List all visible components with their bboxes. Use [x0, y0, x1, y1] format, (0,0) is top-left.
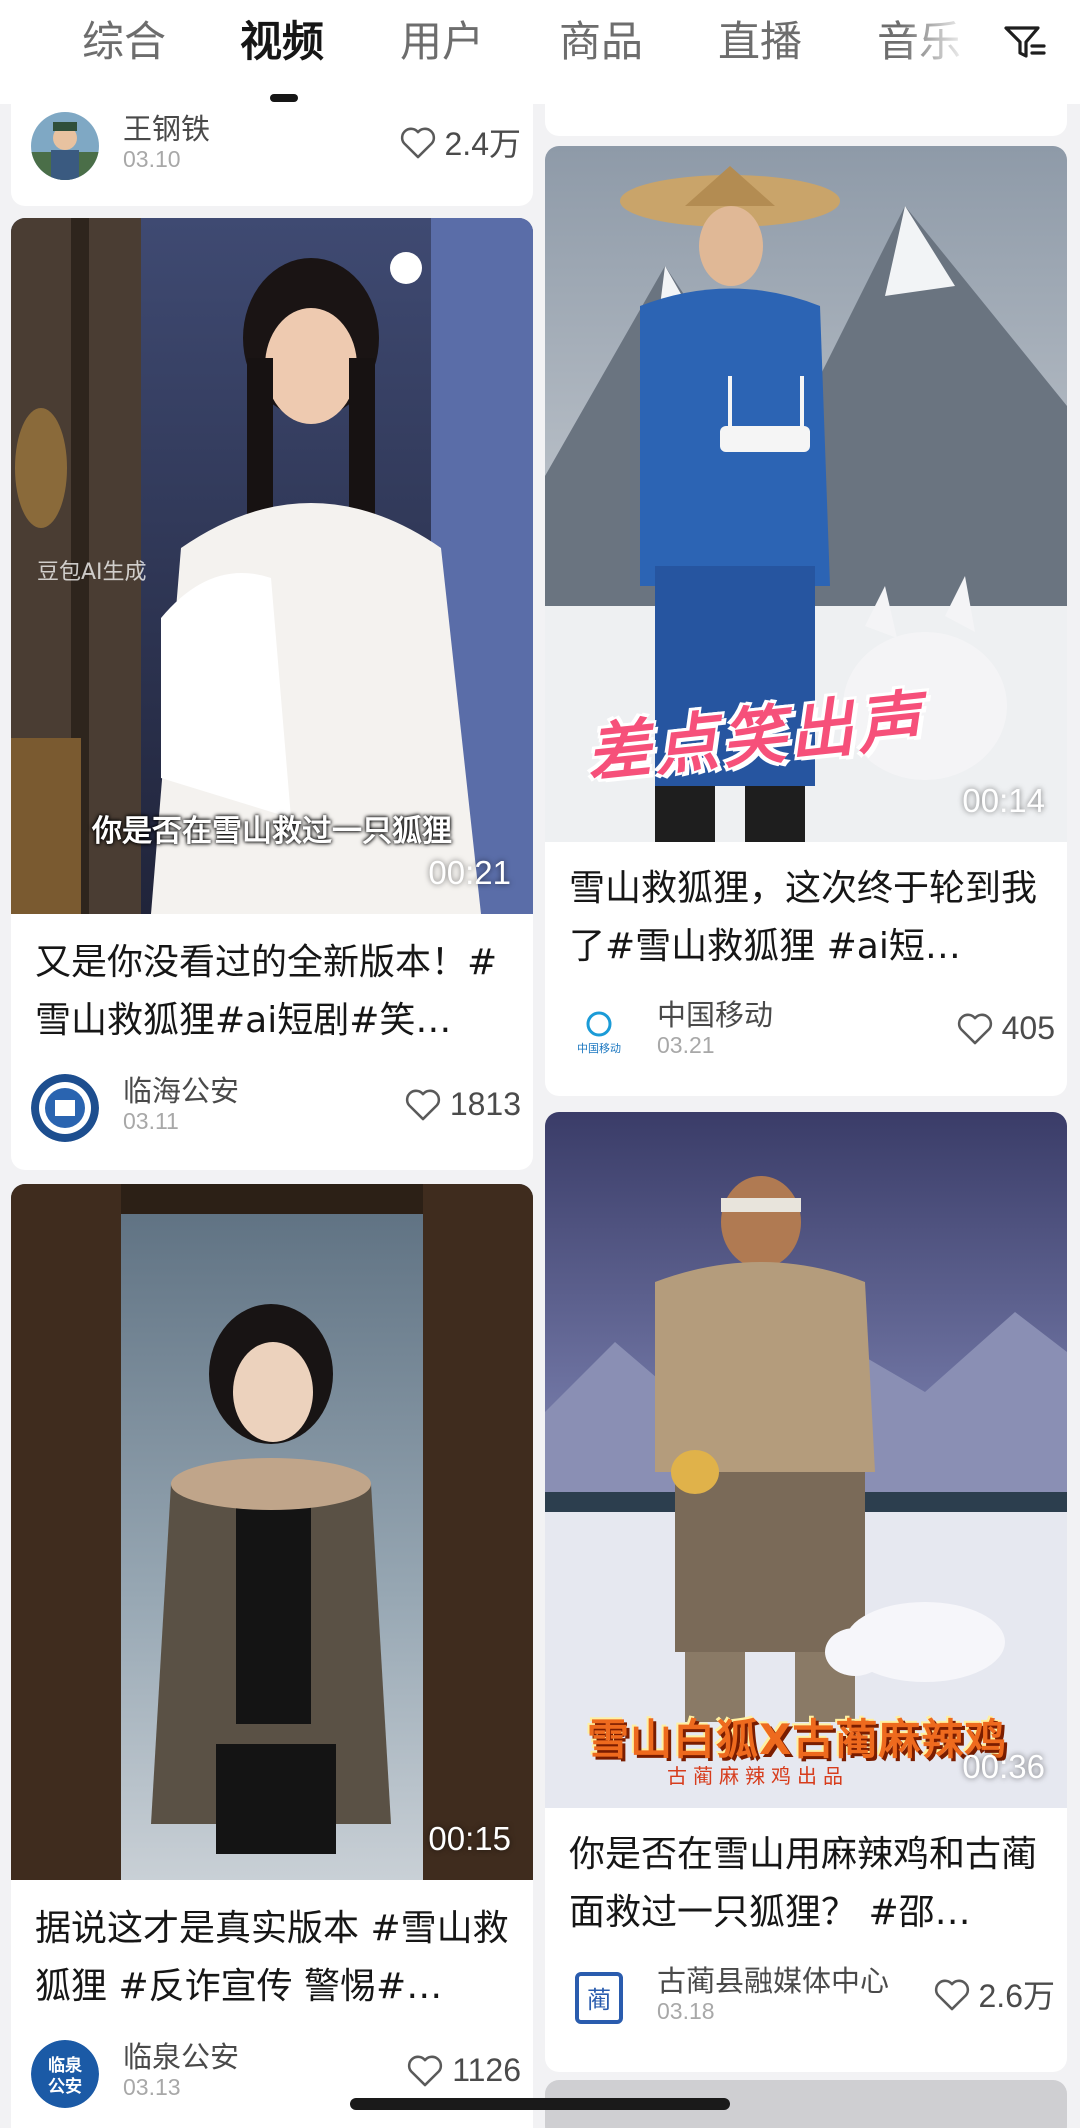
thumbnail-image — [11, 1184, 533, 1880]
video-title[interactable]: 又是你没看过的全新版本！#雪山救狐狸#ai短剧#笑… — [35, 934, 517, 1050]
like-count: 405 — [1001, 1009, 1055, 1046]
video-card[interactable]: 雪山白狐X古蔺麻辣鸡 古蔺麻辣鸡出品 00:36 你是否在雪山用麻辣鸡和古蔺面救… — [545, 1112, 1067, 2072]
card-meta: 蔺 古蔺县融媒体中心 03.18 2.6万 — [565, 1958, 1055, 2038]
publish-date: 03.18 — [657, 1998, 715, 2024]
like-count: 1126 — [452, 2051, 521, 2088]
video-subcaption: 古蔺麻辣鸡出品 — [667, 1764, 849, 1788]
like-button[interactable]: 2.4万 — [399, 122, 522, 162]
avatar[interactable] — [31, 112, 99, 180]
like-count: 2.6万 — [978, 1978, 1056, 2014]
heart-icon — [408, 2055, 443, 2087]
video-title[interactable]: 你是否在雪山用麻辣鸡和古蔺面救过一只狐狸？ #邵… — [569, 1826, 1051, 1942]
video-card[interactable]: 00:15 据说这才是真实版本 #雪山救狐狸 #反诈宣传 警惕#… 临泉 公安 … — [11, 1184, 533, 2128]
author-name[interactable]: 中国移动 — [657, 992, 773, 1034]
svg-text:临泉: 临泉 — [48, 2055, 83, 2076]
tab-users[interactable]: 用户 — [400, 14, 484, 70]
card-meta: 中国移动 中国移动 03.21 405 — [565, 992, 1055, 1072]
like-count: 1813 — [449, 1085, 521, 1122]
thumbnail-image — [545, 1112, 1067, 1808]
video-thumbnail[interactable]: 00:15 — [11, 1184, 533, 1880]
author-name[interactable]: 临泉公安 — [123, 2034, 239, 2076]
like-button[interactable]: 1813 — [404, 1084, 521, 1124]
video-thumbnail[interactable]: 雪山白狐X古蔺麻辣鸡 古蔺麻辣鸡出品 00:36 — [545, 1112, 1067, 1808]
svg-text:公安: 公安 — [48, 2076, 82, 2097]
tab-products[interactable]: 商品 — [559, 14, 643, 70]
publish-date: 03.11 — [123, 1108, 179, 1134]
publish-date: 03.21 — [657, 1032, 715, 1058]
filter-button[interactable] — [998, 16, 1050, 68]
video-caption: 雪山白狐X古蔺麻辣鸡 — [587, 1715, 1008, 1764]
tab-video[interactable]: 视频 — [240, 14, 324, 70]
home-indicator[interactable] — [350, 2098, 730, 2110]
avatar-logo-text: 蔺 — [587, 1986, 611, 2014]
like-button[interactable]: 1126 — [406, 2050, 521, 2090]
card-meta: 临海公安 03.11 1813 — [31, 1068, 521, 1148]
filter-icon — [1004, 26, 1046, 58]
like-button[interactable]: 405 — [956, 1008, 1055, 1048]
video-title[interactable]: 据说这才是真实版本 #雪山救狐狸 #反诈宣传 警惕#… — [35, 1900, 517, 2016]
author-name[interactable]: 临海公安 — [123, 1068, 239, 1110]
svg-text:中国移动: 中国移动 — [577, 1042, 621, 1055]
tab-comprehensive[interactable]: 综合 — [82, 14, 166, 70]
search-results-page: 王钢铁 03.10 2.4万 豆包AI生成 你是否在雪山救过一只狐狸 00:21… — [0, 0, 1080, 2128]
video-caption: 你是否在雪山救过一只狐狸 — [92, 814, 452, 849]
video-duration: 00:21 — [428, 854, 511, 891]
author-name[interactable]: 古蔺县融媒体中心 — [657, 1958, 889, 2000]
avatar[interactable]: 蔺 — [565, 1964, 633, 2032]
video-duration: 00:15 — [428, 1820, 511, 1857]
heart-icon — [934, 1979, 969, 2011]
video-title[interactable]: 雪山救狐狸，这次终于轮到我了#雪山救狐狸 #ai短… — [569, 860, 1051, 976]
avatar[interactable]: 中国移动 — [565, 998, 633, 1066]
active-tab-indicator — [270, 94, 298, 102]
video-card[interactable]: 豆包AI生成 你是否在雪山救过一只狐狸 00:21 又是你没看过的全新版本！#雪… — [11, 218, 533, 1170]
search-category-tabs: 综合 视频 用户 商品 直播 音乐 — [0, 0, 1080, 104]
video-card[interactable]: 差点笑出声 00:14 雪山救狐狸，这次终于轮到我了#雪山救狐狸 #ai短… 中… — [545, 146, 1067, 1096]
ai-watermark: 豆包AI生成 — [37, 560, 147, 585]
publish-date: 03.13 — [123, 2074, 181, 2100]
tab-fade-mask — [900, 0, 1000, 100]
video-duration: 00:14 — [962, 782, 1045, 819]
heart-icon — [405, 1089, 440, 1121]
video-duration: 00:36 — [962, 1748, 1045, 1785]
like-button[interactable]: 2.6万 — [933, 1974, 1056, 2014]
publish-date: 03.10 — [123, 146, 181, 172]
tab-live[interactable]: 直播 — [718, 14, 802, 70]
video-feed[interactable]: 王钢铁 03.10 2.4万 豆包AI生成 你是否在雪山救过一只狐狸 00:21… — [0, 0, 1080, 2128]
heart-icon — [400, 127, 435, 159]
avatar[interactable] — [31, 1074, 99, 1142]
like-count: 2.4万 — [444, 126, 522, 162]
heart-icon — [957, 1013, 992, 1045]
author-name[interactable]: 王钢铁 — [123, 106, 210, 148]
card-meta: 王钢铁 03.10 2.4万 — [31, 106, 521, 186]
avatar[interactable]: 临泉 公安 — [31, 2040, 99, 2108]
video-thumbnail[interactable]: 豆包AI生成 你是否在雪山救过一只狐狸 00:21 — [11, 218, 533, 914]
video-thumbnail[interactable]: 差点笑出声 00:14 — [545, 146, 1067, 842]
